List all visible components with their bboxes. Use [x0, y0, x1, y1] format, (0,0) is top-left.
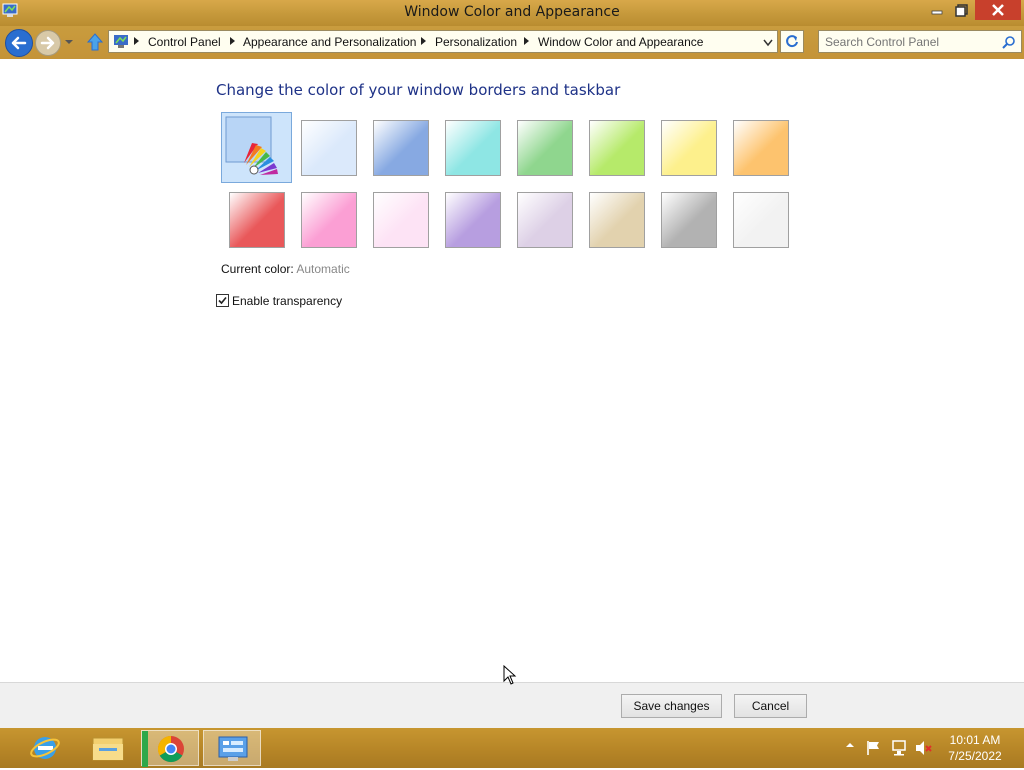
navigation-bar: Control Panel Appearance and Personaliza… — [0, 26, 1024, 59]
minimize-button[interactable] — [925, 0, 949, 20]
folder-icon — [92, 737, 124, 761]
color-swatch-row2-2[interactable] — [301, 192, 357, 248]
color-swatch-row1-6[interactable] — [661, 120, 717, 176]
current-color-label: Current color: Automatic — [221, 262, 350, 276]
color-swatch-row1-5[interactable] — [589, 120, 645, 176]
color-swatch-automatic[interactable] — [221, 112, 292, 183]
action-center-flag-icon[interactable] — [866, 740, 882, 756]
chrome-icon — [142, 731, 184, 767]
enable-transparency-checkbox[interactable] — [216, 294, 229, 307]
search-input[interactable] — [819, 31, 1005, 52]
color-swatch-row2-4[interactable] — [445, 192, 501, 248]
control-panel-icon — [114, 35, 128, 48]
color-swatch-row2-3[interactable] — [373, 192, 429, 248]
color-swatch-row1-1[interactable] — [301, 120, 357, 176]
color-swatch-row2-7[interactable] — [661, 192, 717, 248]
color-swatch-row1-3[interactable] — [445, 120, 501, 176]
taskbar-internet-explorer[interactable] — [16, 730, 74, 766]
forward-button[interactable] — [35, 30, 61, 56]
refresh-button[interactable] — [780, 30, 804, 53]
clock-time: 10:01 AM — [949, 733, 1001, 747]
internet-explorer-icon — [30, 737, 60, 759]
chevron-down-icon[interactable] — [763, 39, 773, 47]
dialog-footer: Save changes Cancel — [0, 682, 1024, 728]
title-bar[interactable]: Window Color and Appearance — [0, 0, 1024, 26]
breadcrumb-separator-icon[interactable] — [524, 37, 529, 45]
cancel-button[interactable]: Cancel — [734, 694, 807, 718]
search-box[interactable] — [818, 30, 1022, 53]
taskbar-chrome[interactable] — [141, 730, 199, 767]
show-hidden-icons-icon[interactable] — [845, 740, 855, 750]
taskbar-file-explorer[interactable] — [79, 730, 137, 766]
speaker-muted-icon[interactable] — [915, 740, 933, 756]
color-palette-icon — [225, 116, 278, 175]
taskbar-control-panel[interactable] — [203, 730, 261, 766]
mouse-cursor-icon — [503, 665, 517, 685]
recent-pages-chevron-icon[interactable] — [64, 38, 74, 46]
up-arrow-icon[interactable] — [86, 32, 104, 52]
breadcrumb-appearance-and-personalization[interactable]: Appearance and Personalization — [243, 35, 416, 49]
color-swatch-row1-7[interactable] — [733, 120, 789, 176]
back-button[interactable] — [5, 29, 33, 57]
current-color-value: Automatic — [296, 262, 350, 276]
breadcrumb-control-panel[interactable]: Control Panel — [148, 35, 221, 49]
clock[interactable]: 10:01 AM 7/25/2022 — [940, 732, 1010, 764]
restore-button[interactable] — [950, 0, 974, 20]
close-button[interactable] — [975, 0, 1021, 20]
color-swatch-row2-6[interactable] — [589, 192, 645, 248]
color-swatch-row2-1[interactable] — [229, 192, 285, 248]
page-title: Change the color of your window borders … — [216, 81, 621, 99]
network-icon[interactable] — [891, 740, 909, 756]
breadcrumb-separator-icon[interactable] — [230, 37, 235, 45]
main-content: Change the color of your window borders … — [0, 59, 1024, 682]
address-bar[interactable]: Control Panel Appearance and Personaliza… — [108, 30, 778, 53]
breadcrumb-personalization[interactable]: Personalization — [435, 35, 517, 49]
window-title: Window Color and Appearance — [404, 4, 620, 20]
enable-transparency-label[interactable]: Enable transparency — [232, 294, 342, 308]
current-color-caption: Current color: — [221, 262, 294, 276]
checkmark-icon — [218, 296, 227, 305]
breadcrumb-separator-icon[interactable] — [421, 37, 426, 45]
color-swatch-row2-8[interactable] — [733, 192, 789, 248]
taskbar: 10:01 AM 7/25/2022 — [0, 728, 1024, 768]
refresh-icon — [786, 35, 798, 48]
control-panel-icon — [218, 736, 248, 761]
breadcrumb-separator-icon[interactable] — [134, 37, 139, 45]
save-changes-button[interactable]: Save changes — [621, 694, 722, 718]
breadcrumb-window-color[interactable]: Window Color and Appearance — [538, 35, 703, 49]
search-icon[interactable] — [1002, 35, 1016, 49]
color-swatch-row1-4[interactable] — [517, 120, 573, 176]
color-swatch-row2-5[interactable] — [517, 192, 573, 248]
clock-date: 7/25/2022 — [948, 749, 1002, 763]
color-swatch-row1-2[interactable] — [373, 120, 429, 176]
